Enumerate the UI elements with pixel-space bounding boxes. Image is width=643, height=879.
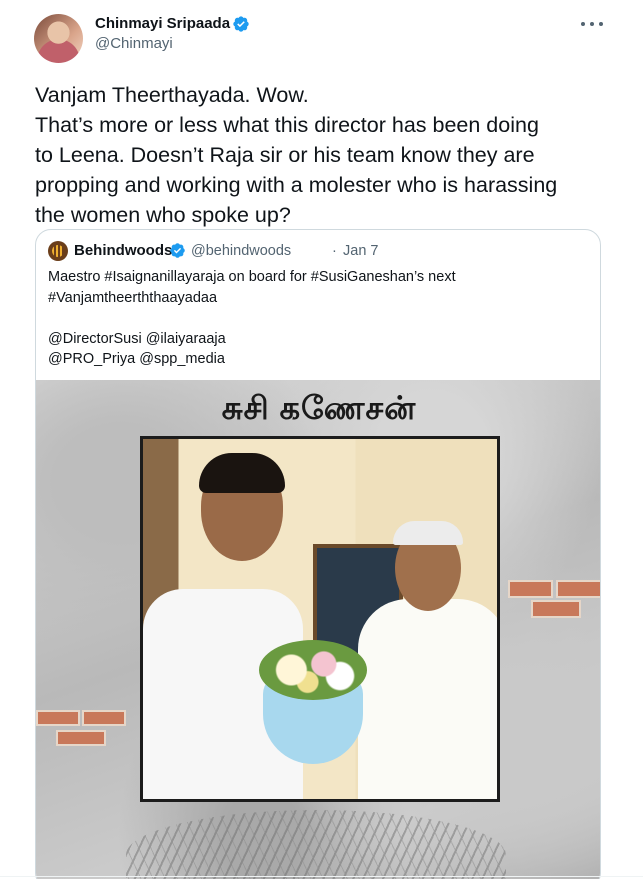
author-avatar[interactable] — [34, 14, 83, 63]
poster-photo — [140, 436, 500, 802]
tweet-text-line: That’s more or less what this director h… — [35, 113, 539, 137]
quoted-tweet-date: Jan 7 — [343, 243, 379, 259]
quoted-text-line: #Vanjamtheerththaayadaa — [48, 289, 218, 306]
brick-decoration — [82, 710, 126, 726]
tweet-text-line: propping and working with a molester who… — [35, 173, 558, 197]
sketch-artwork — [126, 810, 506, 879]
bouquet-flowers — [259, 640, 367, 700]
meta-separator: · — [332, 243, 337, 259]
brick-decoration — [508, 580, 553, 598]
brick-decoration — [36, 710, 80, 726]
person-right — [358, 599, 497, 799]
quoted-text-line: @DirectorSusi @ilaiyaraaja — [48, 330, 226, 347]
quoted-text-line: @PRO_Priya @spp_media — [48, 351, 225, 367]
quoted-tweet-text: Maestro #Isaignanillayaraja on board for… — [48, 267, 588, 370]
author-handle[interactable]: @Chinmayi — [95, 35, 173, 52]
quoted-tweet-image[interactable]: சுசி கணேசன் — [36, 380, 600, 879]
quoted-text-line — [48, 308, 588, 329]
tweet-text-line: Vanjam Theerthayada. Wow. — [35, 83, 309, 107]
person-left-hair — [199, 453, 285, 493]
divider — [0, 876, 643, 877]
brick-decoration — [56, 730, 106, 746]
brick-decoration — [556, 580, 600, 598]
quoted-text-line: Maestro #Isaignanillayaraja on board for… — [48, 269, 456, 285]
person-right-hair — [393, 521, 463, 545]
tweet-text-line: the women who spoke up? — [35, 203, 291, 227]
brick-decoration — [531, 600, 581, 618]
verified-badge-icon — [170, 243, 185, 258]
quoted-author-name: Behindwoods — [74, 242, 173, 259]
tweet-text: Vanjam Theerthayada. Wow. That’s more or… — [35, 80, 615, 230]
quoted-author-handle: @behindwoods — [191, 243, 292, 259]
quoted-tweet[interactable]: Behindwoods @behindwoods · Jan 7 Maestro… — [35, 229, 601, 879]
verified-badge-icon — [233, 16, 249, 32]
poster-title: சுசி கணேசன் — [221, 390, 417, 426]
flower-bouquet — [253, 624, 373, 774]
tweet: Chinmayi Sripaada @Chinmayi Vanjam Theer… — [0, 0, 643, 879]
quoted-author-avatar — [48, 241, 68, 261]
tweet-text-line: to Leena. Doesn’t Raja sir or his team k… — [35, 143, 535, 167]
more-horizontal-icon[interactable] — [581, 14, 603, 34]
author-name[interactable]: Chinmayi Sripaada — [95, 15, 230, 32]
